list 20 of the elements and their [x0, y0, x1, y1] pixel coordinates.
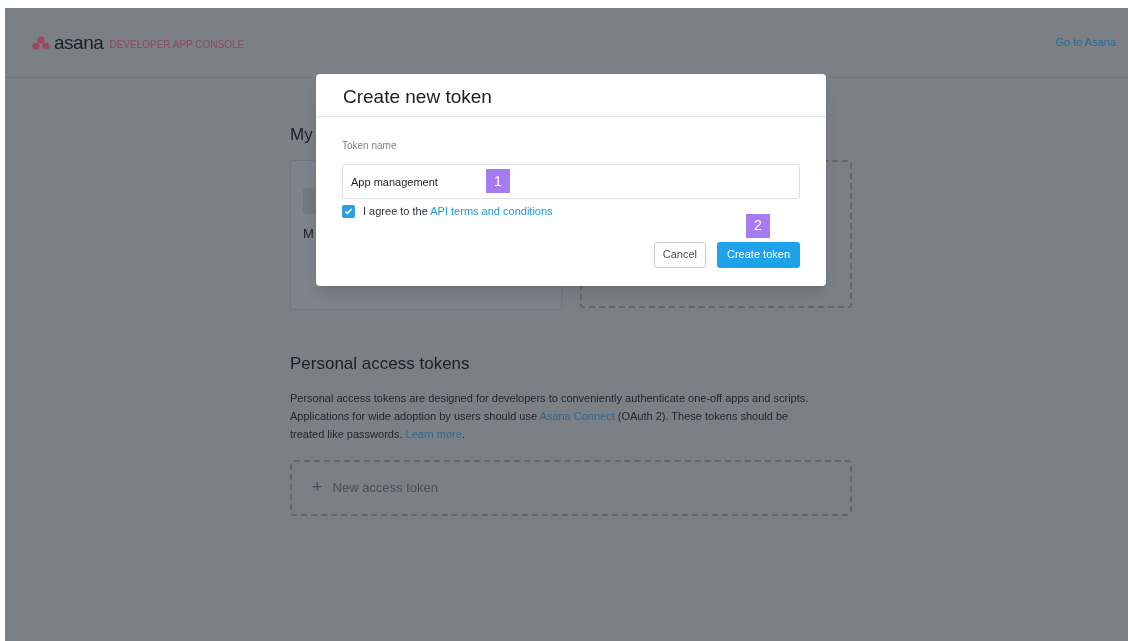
- step-number-badge: 1: [486, 169, 510, 193]
- checkmark-icon: [344, 206, 353, 216]
- logo-wordmark: asana: [54, 33, 104, 52]
- plus-icon: +: [312, 474, 323, 501]
- field-label: Token name: [342, 139, 398, 153]
- step-number-badge: 2: [746, 213, 770, 238]
- agree-checkbox[interactable]: [342, 204, 355, 218]
- description-link[interactable]: Learn more: [405, 427, 462, 440]
- logo-dots-icon: [32, 35, 50, 50]
- terms-link[interactable]: API terms and conditions: [430, 205, 553, 217]
- create-token-button[interactable]: Create token: [717, 241, 800, 268]
- section-heading: Personal access tokens: [290, 353, 471, 375]
- dialog-title: Create new token: [316, 74, 826, 117]
- section-heading: My: [290, 124, 313, 146]
- app-name: M: [303, 225, 314, 243]
- description-link[interactable]: Asana Connect: [539, 409, 615, 422]
- cancel-button[interactable]: Cancel: [653, 241, 706, 268]
- tokens-description: Personal access tokens are designed for developers to conveniently authenticate one-off apps and scripts. Applications for wide adoption by users should use Asana Connect (OAuth 2). These tokens should be treated like passwords. Learn more.: [290, 390, 810, 442]
- agree-label: I agree to the API terms and conditions: [363, 204, 553, 219]
- go-to-asana-link[interactable]: Go to Asana: [1055, 34, 1116, 51]
